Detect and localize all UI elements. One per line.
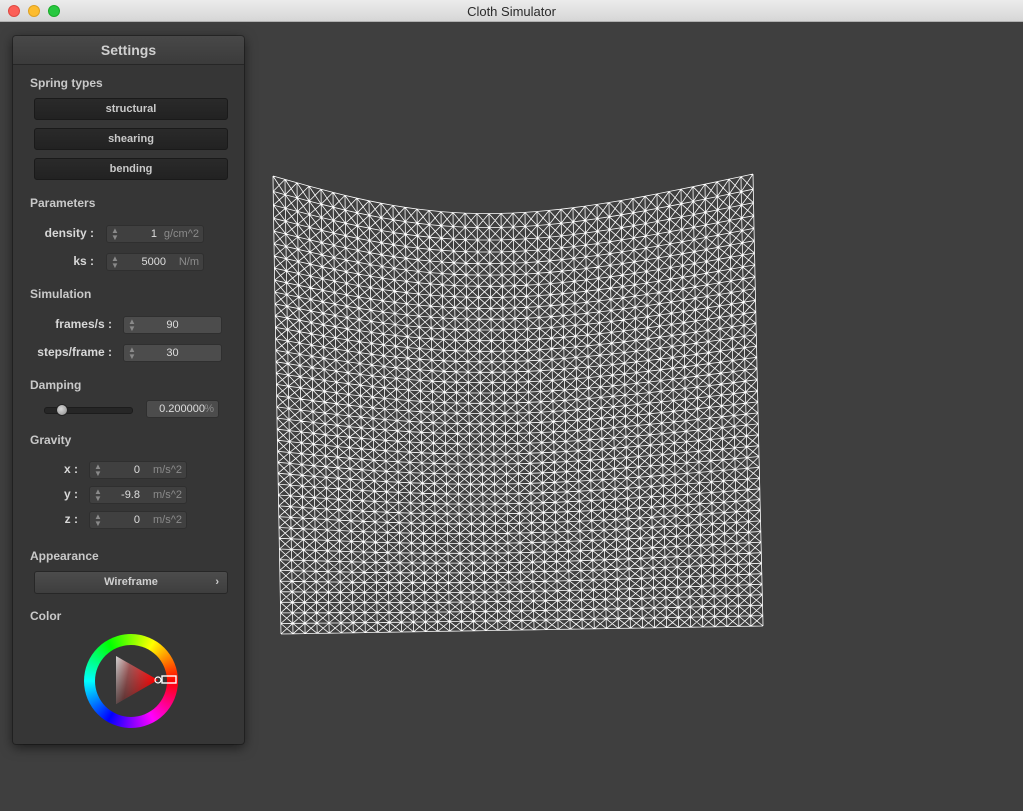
color-wheel[interactable] — [84, 634, 178, 728]
frames-per-second-field[interactable]: ▲ ▼ 90 — [123, 316, 222, 334]
gravity-z-value: 0 — [133, 514, 140, 526]
parameters-heading: Parameters — [30, 196, 96, 210]
density-field[interactable]: ▲ ▼ 1 g/cm^2 — [106, 225, 204, 243]
gravity-heading: Gravity — [30, 433, 72, 447]
spinner-icon[interactable]: ▲ ▼ — [94, 513, 102, 528]
ks-value: 5000 — [141, 256, 166, 268]
gravity-z-field[interactable]: ▲ ▼ 0 m/s^2 — [89, 511, 187, 529]
hue-selector-handle[interactable] — [161, 675, 177, 684]
gravity-y-unit: m/s^2 — [153, 489, 182, 501]
spinner-icon[interactable]: ▲ ▼ — [111, 255, 119, 270]
steps-per-frame-label: steps/frame : — [37, 345, 112, 359]
ks-label: ks : — [73, 254, 94, 268]
gravity-y-value: -9.8 — [121, 489, 140, 501]
damping-heading: Damping — [30, 378, 82, 392]
spinner-icon[interactable]: ▲ ▼ — [111, 227, 119, 242]
density-label: density : — [44, 226, 94, 240]
gravity-x-value: 0 — [133, 464, 140, 476]
ks-unit: N/m — [178, 256, 199, 268]
window-title: Cloth Simulator — [467, 4, 556, 19]
steps-per-frame-value: 30 — [166, 347, 179, 359]
frames-per-second-value: 90 — [166, 319, 179, 331]
frames-per-second-label: frames/s : — [55, 317, 112, 331]
ks-field[interactable]: ▲ ▼ 5000 N/m — [106, 253, 204, 271]
structural-button[interactable]: structural — [34, 98, 228, 120]
density-unit: g/cm^2 — [163, 228, 199, 240]
damping-unit: % — [204, 403, 214, 415]
bending-button[interactable]: bending — [34, 158, 228, 180]
cloth-wireframe-mesh[interactable] — [250, 23, 1023, 811]
gravity-x-label: x : — [63, 462, 78, 476]
shearing-button[interactable]: shearing — [34, 128, 228, 150]
settings-panel-title[interactable]: Settings — [13, 36, 244, 65]
title-bar: Cloth Simulator — [0, 0, 1023, 22]
damping-slider-handle[interactable] — [56, 404, 69, 416]
settings-panel: Settings Spring types structural shearin… — [13, 36, 244, 744]
color-triangle[interactable] — [84, 634, 178, 728]
steps-per-frame-field[interactable]: ▲ ▼ 30 — [123, 344, 222, 362]
gravity-z-unit: m/s^2 — [153, 514, 182, 526]
appearance-selected-label: Wireframe — [104, 576, 158, 588]
gravity-x-unit: m/s^2 — [153, 464, 182, 476]
simulation-viewport[interactable] — [250, 23, 1023, 811]
gravity-y-field[interactable]: ▲ ▼ -9.8 m/s^2 — [89, 486, 187, 504]
spring-types-heading: Spring types — [30, 76, 103, 90]
simulation-heading: Simulation — [30, 287, 92, 301]
gravity-y-label: y : — [63, 487, 78, 501]
gravity-z-label: z : — [64, 512, 78, 526]
chevron-right-icon: › — [215, 576, 219, 588]
damping-field[interactable]: 0.200000 % — [146, 400, 219, 418]
spinner-icon[interactable]: ▲ ▼ — [94, 488, 102, 503]
spinner-icon[interactable]: ▲ ▼ — [94, 463, 102, 478]
damping-value: 0.200000 — [159, 403, 205, 415]
appearance-popup-button[interactable]: Wireframe › — [34, 571, 228, 594]
cloth-mesh-lines — [272, 173, 764, 635]
gravity-x-field[interactable]: ▲ ▼ 0 m/s^2 — [89, 461, 187, 479]
appearance-heading: Appearance — [30, 549, 99, 563]
color-heading: Color — [30, 609, 62, 623]
density-value: 1 — [150, 228, 157, 240]
